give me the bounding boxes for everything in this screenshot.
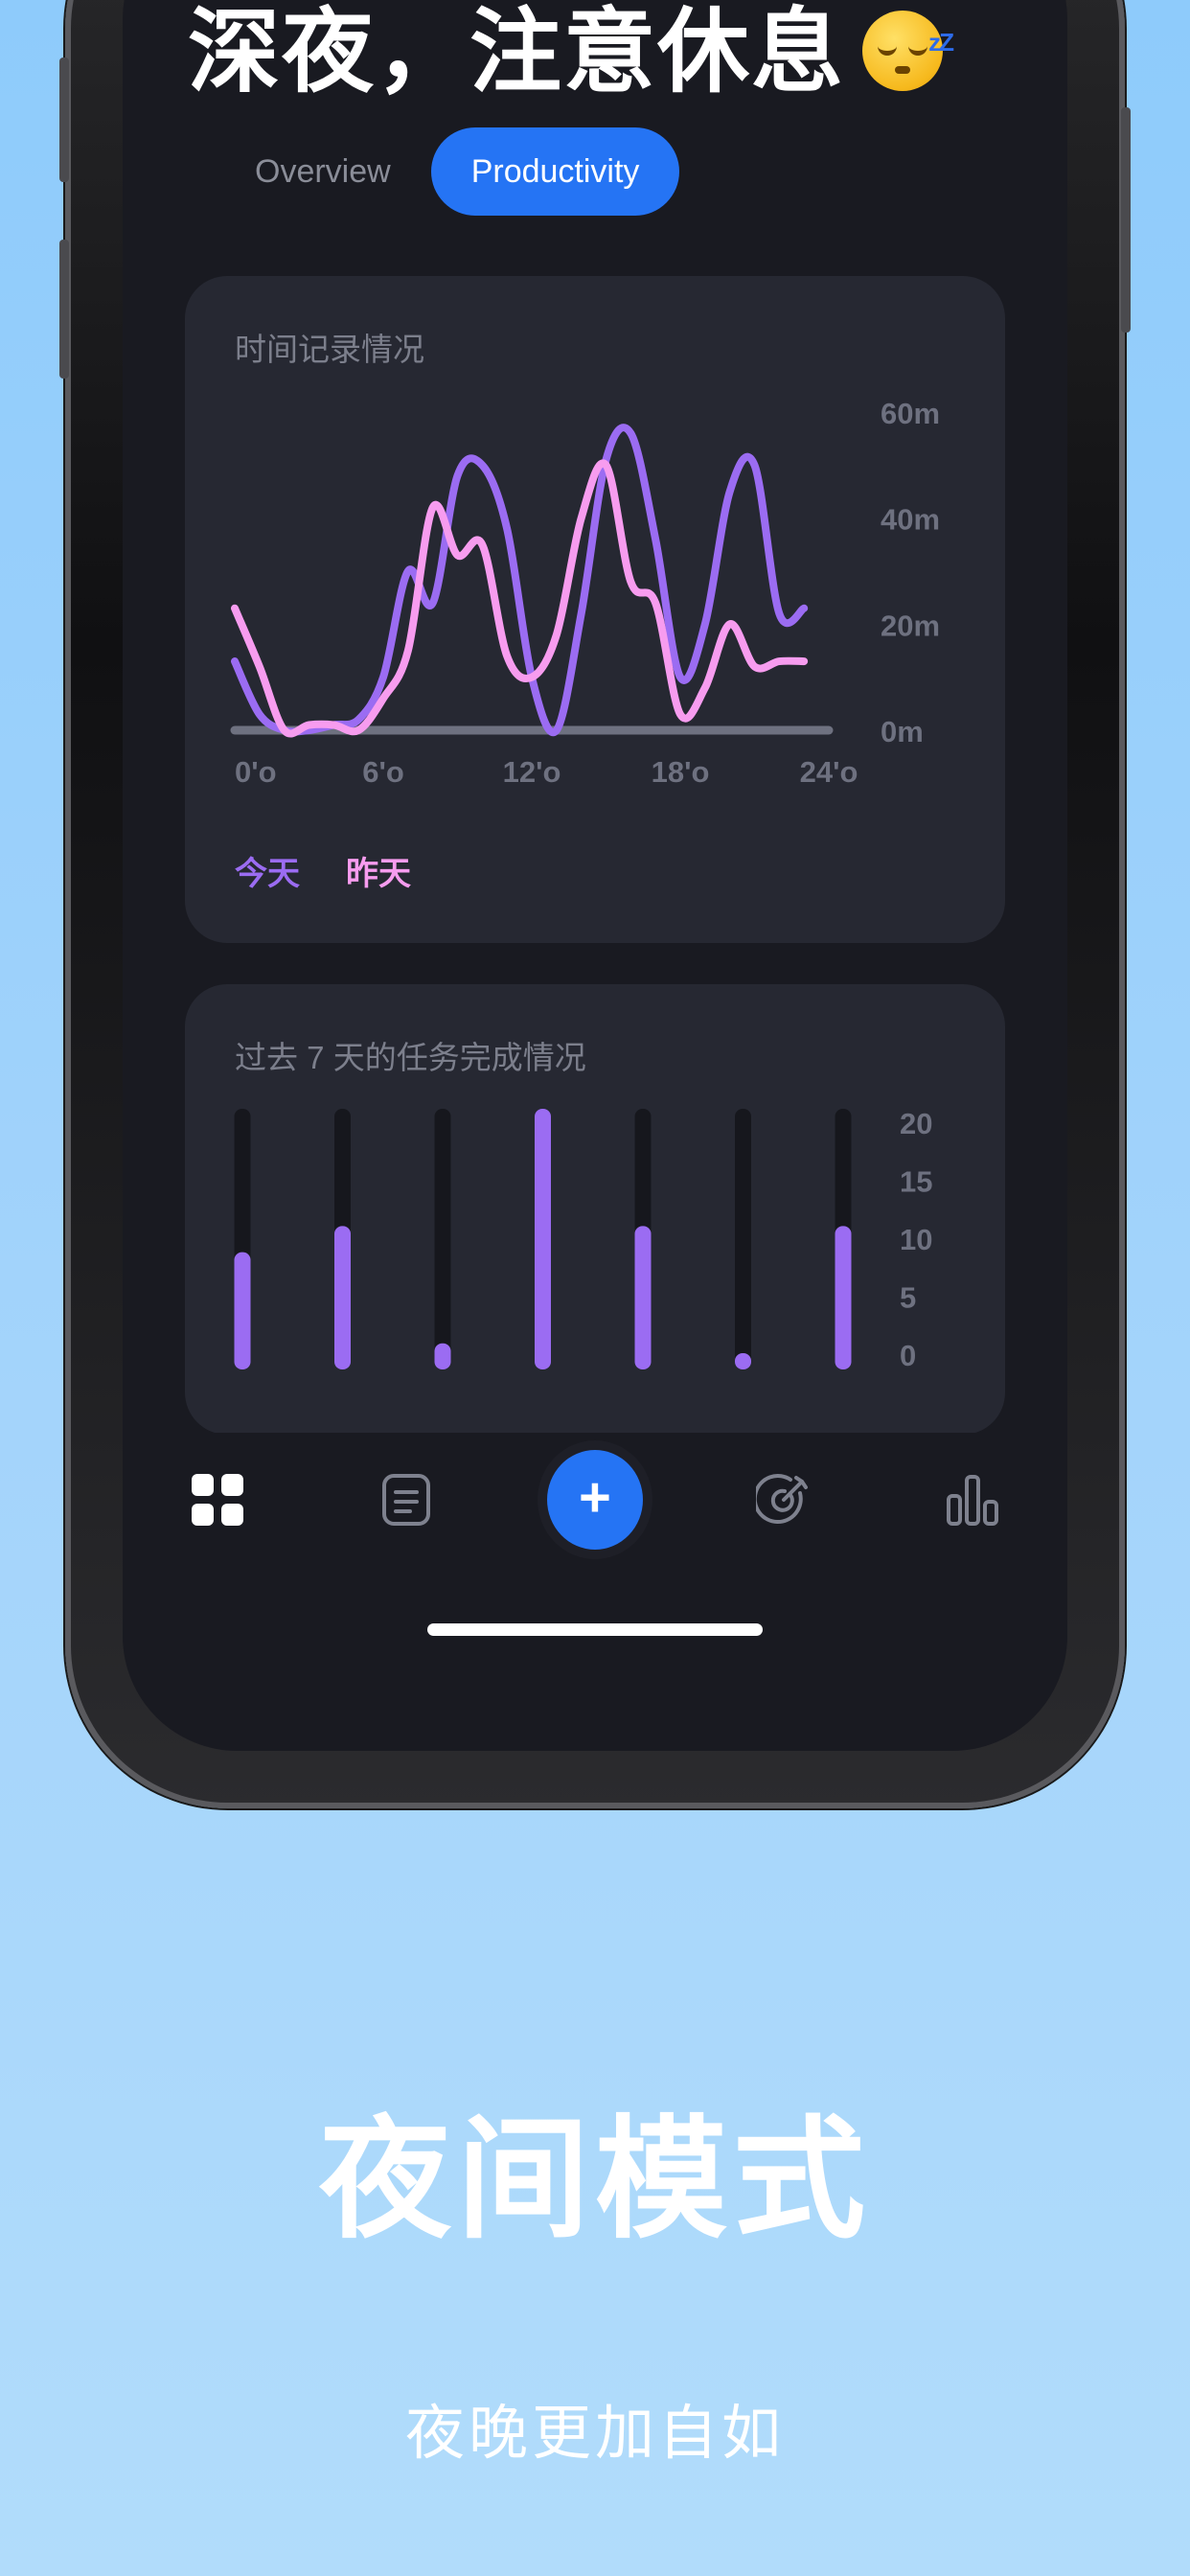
- bar: [735, 1353, 751, 1369]
- promo-headline: 夜间模式: [318, 2106, 871, 2254]
- phone-side-button: [1121, 107, 1131, 333]
- bar: [334, 1226, 351, 1369]
- y-tick-label: 40m: [881, 503, 940, 537]
- x-tick-label: 0'o: [235, 755, 277, 789]
- sleeping-face-emoji: zZ: [862, 11, 954, 91]
- bar: [634, 1226, 652, 1369]
- tab-overview[interactable]: Overview: [215, 127, 431, 216]
- y-tick-label: 10: [900, 1223, 932, 1256]
- x-tick-label: 12'o: [503, 755, 561, 789]
- tasks-completion-card: 过去 7 天的任务完成情况 20 15 10 5 0: [185, 984, 1005, 1435]
- x-tick-label: 18'o: [652, 755, 710, 789]
- tasks-completion-title: 过去 7 天的任务完成情况: [235, 1040, 586, 1075]
- nav-dashboard[interactable]: [170, 1452, 265, 1548]
- series-line-today: [231, 424, 809, 737]
- nav-notes[interactable]: [358, 1452, 454, 1548]
- statistics-bars-icon: [947, 1475, 999, 1526]
- y-tick-label: 0m: [881, 715, 924, 748]
- greeting-title: 深夜，注意休息 zZ: [188, 0, 954, 105]
- home-indicator[interactable]: [427, 1623, 763, 1636]
- time-record-card: 时间记录情况 0m 20m 40m 60m 0'o 6'o 12'o 18'o 24'o 今天 …: [185, 276, 1005, 943]
- notes-list-icon: [381, 1474, 430, 1526]
- greeting-text: 深夜，注意休息: [188, 1, 845, 104]
- bar-track: [434, 1109, 451, 1369]
- nav-goals[interactable]: [736, 1452, 832, 1548]
- y-tick-label: 20: [900, 1107, 932, 1140]
- zzz-label: zZ: [928, 28, 954, 57]
- bar: [535, 1109, 551, 1369]
- dashboard-grid-icon: [191, 1474, 243, 1526]
- tab-productivity[interactable]: Productivity: [430, 127, 680, 216]
- bar-track: [735, 1109, 751, 1369]
- bar: [234, 1252, 251, 1369]
- y-tick-label: 0: [900, 1339, 916, 1372]
- chart-legend: 今天 昨天: [235, 847, 411, 894]
- bottom-navigation: +: [123, 1433, 1067, 1567]
- target-goal-icon: [756, 1474, 809, 1525]
- x-tick-label: 24'o: [800, 755, 858, 789]
- nav-add[interactable]: +: [546, 1450, 643, 1550]
- bar: [835, 1226, 852, 1369]
- y-tick-label: 5: [900, 1281, 916, 1315]
- app-screen: 深夜，注意休息 zZ Overview Productivity 时间记录情况 0…: [123, 0, 1067, 1751]
- legend-yesterday[interactable]: 昨天: [346, 847, 411, 894]
- phone-side-button: [59, 58, 69, 182]
- x-tick-label: 6'o: [362, 755, 404, 789]
- tasks-completion-bar-chart: 20 15 10 5 0: [234, 1107, 932, 1372]
- time-record-line-chart: 0m 20m 40m 60m 0'o 6'o 12'o 18'o 24'o: [230, 397, 940, 789]
- y-tick-label: 60m: [881, 397, 940, 430]
- add-button[interactable]: +: [546, 1450, 643, 1550]
- y-tick-label: 20m: [881, 609, 940, 642]
- view-tabs: Overview Productivity: [215, 127, 680, 216]
- nav-statistics[interactable]: [925, 1452, 1020, 1548]
- legend-today[interactable]: 今天: [235, 847, 300, 894]
- phone-side-button: [59, 240, 69, 379]
- bar: [434, 1343, 451, 1369]
- y-tick-label: 15: [900, 1165, 932, 1199]
- promo-subtitle: 夜晚更加自如: [404, 2401, 785, 2467]
